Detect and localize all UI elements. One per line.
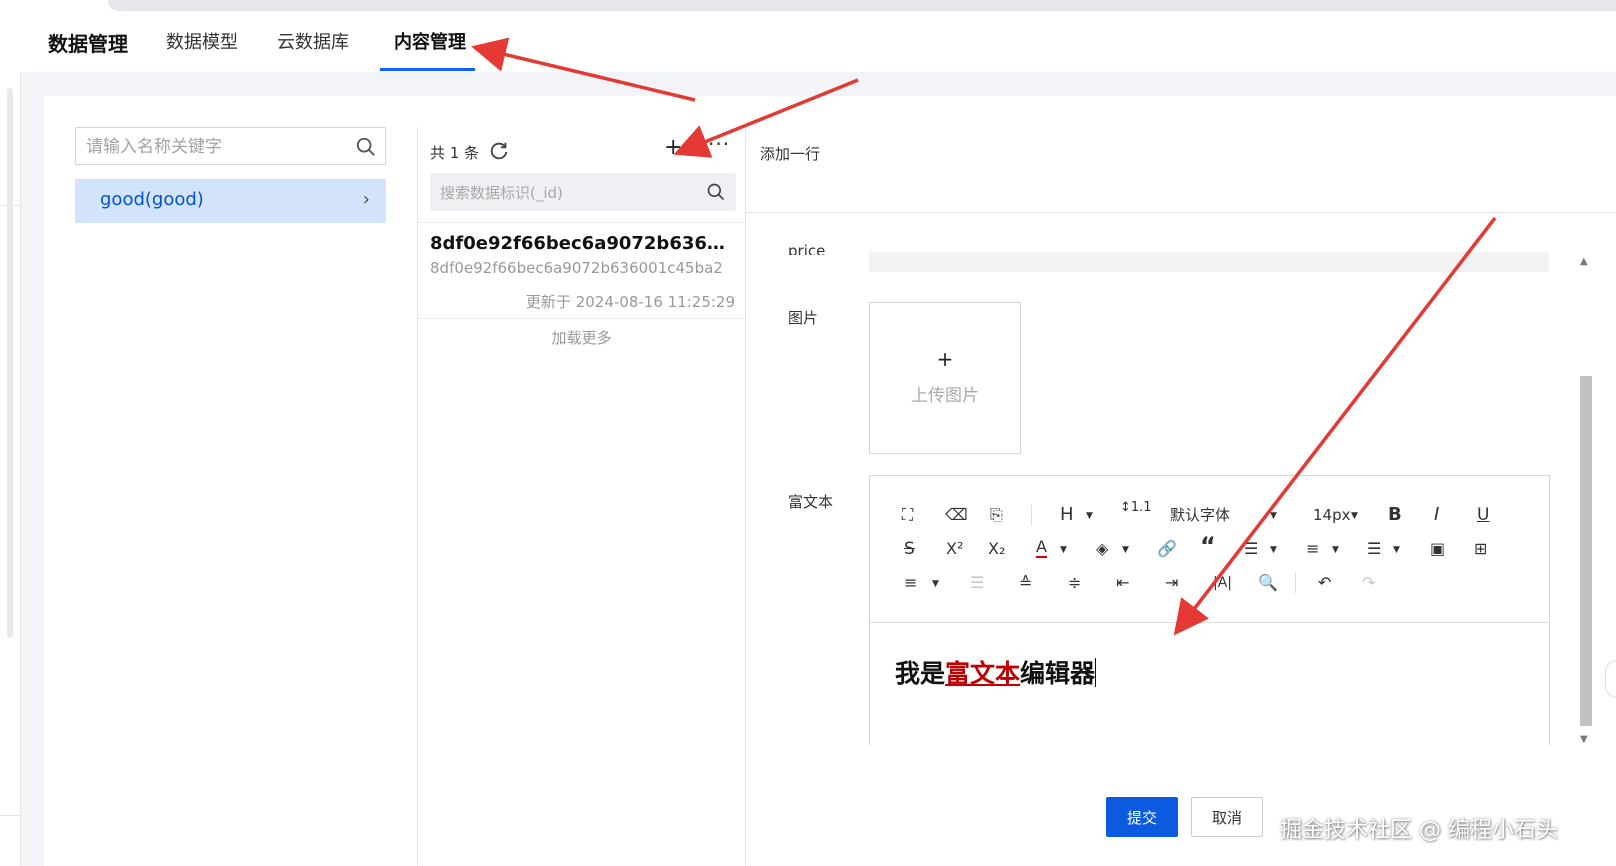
underline-icon[interactable]: U <box>1477 505 1489 525</box>
chevron-down-icon[interactable]: ▼ <box>1270 540 1277 560</box>
separator <box>1031 505 1032 525</box>
strikethrough-icon[interactable]: S <box>904 539 915 559</box>
refresh-icon[interactable] <box>488 140 510 162</box>
editor-toolbar: ⛶ ⌫ ⎘ H ▼ ↕1.1 默认字体 ▼ 14px ▼ B I U S X² … <box>870 476 1549 623</box>
richtext-label: 富文本 <box>788 493 834 511</box>
undo-icon[interactable]: ↶ <box>1318 573 1331 593</box>
bold-icon[interactable]: B <box>1388 505 1402 525</box>
active-tab-indicator <box>380 68 475 71</box>
chevron-down-icon[interactable]: ▼ <box>1332 540 1339 560</box>
record-card[interactable]: 8df0e92f66bec6a9072b636001c45ba2 8df0e92… <box>418 222 745 319</box>
superscript-icon[interactable]: X² <box>946 539 963 559</box>
model-search-input[interactable] <box>76 128 358 166</box>
background-color-icon[interactable]: ◈ <box>1096 539 1108 559</box>
page-title: 数据管理 <box>48 32 128 56</box>
form-title: 添加一行 <box>760 145 821 163</box>
load-more-link[interactable]: 加载更多 <box>418 327 745 348</box>
image-icon[interactable]: ▣ <box>1430 539 1445 559</box>
upload-label: 上传图片 <box>911 386 979 406</box>
scroll-up-icon[interactable]: ▲ <box>1580 256 1588 267</box>
more-icon[interactable]: ··· <box>708 132 730 156</box>
quote-icon[interactable]: “ <box>1200 534 1216 558</box>
font-family-select[interactable]: 默认字体 <box>1170 505 1230 525</box>
scroll-thumb[interactable] <box>1580 376 1592 726</box>
tab-content-management[interactable]: 内容管理 <box>394 28 466 54</box>
font-color-icon[interactable]: A <box>1036 538 1047 558</box>
indent-icon[interactable]: ☰ <box>970 573 984 593</box>
app-side-rail <box>0 0 21 866</box>
content-highlight: 富文本 <box>945 659 1021 688</box>
tab-data-model[interactable]: 数据模型 <box>166 28 238 54</box>
model-item-label: good(good) <box>100 189 204 210</box>
editor-content[interactable]: 我是富文本编辑器 <box>895 654 1097 690</box>
format-painter-icon[interactable]: ⎘ <box>990 505 1003 525</box>
table-icon[interactable]: ⊞ <box>1474 539 1487 559</box>
chevron-down-icon[interactable]: ▼ <box>1393 540 1400 560</box>
divider <box>0 205 20 206</box>
font-size-select[interactable]: 14px <box>1313 505 1351 525</box>
italic-icon[interactable]: I <box>1434 505 1439 525</box>
divider-line-icon[interactable]: ☰ <box>1367 539 1381 559</box>
upload-image-button[interactable]: + 上传图片 <box>869 302 1021 454</box>
redo-icon[interactable]: ↷ <box>1362 573 1375 593</box>
chevron-down-icon[interactable]: ▼ <box>1060 540 1067 560</box>
side-scrollbar[interactable] <box>7 88 13 638</box>
indent-more-icon[interactable]: ⇥ <box>1165 573 1178 593</box>
numbered-list-icon[interactable]: ≡ <box>1306 539 1319 559</box>
tab-cloud-database[interactable]: 云数据库 <box>277 28 349 54</box>
separator <box>1295 573 1296 593</box>
record-id: 8df0e92f66bec6a9072b636001c45ba2 <box>430 259 723 277</box>
align-icon[interactable]: ≡ <box>904 573 917 593</box>
image-label: 图片 <box>788 309 819 327</box>
add-record-button[interactable]: + <box>664 135 682 160</box>
text-cursor <box>1095 658 1097 687</box>
divider <box>746 212 1616 213</box>
paragraph-after-icon[interactable]: ≑ <box>1068 573 1081 593</box>
link-icon[interactable]: 🔗 <box>1157 539 1177 559</box>
chevron-down-icon[interactable]: ▼ <box>1351 506 1358 526</box>
chevron-right-icon: › <box>362 189 370 210</box>
record-search-input[interactable] <box>430 173 702 213</box>
content-text: 我是 <box>895 659 946 688</box>
price-label: price <box>788 244 826 255</box>
plus-icon: + <box>936 347 954 371</box>
model-search-box <box>75 127 386 166</box>
chevron-down-icon[interactable]: ▼ <box>932 574 939 594</box>
chevron-down-icon[interactable]: ▼ <box>1086 506 1093 526</box>
record-list-panel: 共 1 条 + ··· 8df0e92f66bec6a9072b636001c4… <box>417 127 746 866</box>
price-input[interactable] <box>869 252 1549 272</box>
outdent-icon[interactable]: ⇤ <box>1116 573 1129 593</box>
paragraph-before-icon[interactable]: ≙ <box>1019 573 1032 593</box>
record-count: 共 1 条 <box>430 144 480 162</box>
bullet-list-icon[interactable]: ☰ <box>1244 539 1258 559</box>
submit-button[interactable]: 提交 <box>1106 797 1178 837</box>
letter-spacing-icon[interactable]: |A| <box>1213 573 1232 593</box>
heading-icon[interactable]: H <box>1060 505 1074 525</box>
chevron-down-icon[interactable]: ▼ <box>1270 506 1277 526</box>
watermark: 掘金技术社区 @ 编程小石头 <box>1280 818 1558 843</box>
record-title: 8df0e92f66bec6a9072b636001c45ba2 <box>430 233 735 254</box>
content-text: 编辑器 <box>1020 659 1096 688</box>
rich-text-editor: ⛶ ⌫ ⎘ H ▼ ↕1.1 默认字体 ▼ 14px ▼ B I U S X² … <box>869 475 1550 745</box>
top-strip <box>108 0 1616 11</box>
chevron-down-icon[interactable]: ▼ <box>1122 540 1129 560</box>
fullscreen-icon[interactable]: ⛶ <box>902 505 913 525</box>
scroll-down-icon[interactable]: ▼ <box>1580 734 1588 745</box>
record-search-box <box>430 173 736 213</box>
record-updated-time: 更新于 2024-08-16 11:25:29 <box>525 293 735 311</box>
search-icon[interactable] <box>706 182 726 202</box>
find-replace-icon[interactable]: 🔍 <box>1258 573 1278 593</box>
eraser-icon[interactable]: ⌫ <box>945 505 968 525</box>
floating-helper-button[interactable] <box>1605 660 1616 698</box>
cancel-button[interactable]: 取消 <box>1191 797 1263 837</box>
model-item-good[interactable]: good(good) › <box>75 179 386 223</box>
divider <box>0 815 20 816</box>
line-height-icon[interactable]: ↕1.1 <box>1120 501 1152 515</box>
search-icon[interactable] <box>355 136 377 158</box>
subscript-icon[interactable]: X₂ <box>988 539 1005 559</box>
form-scrollbar[interactable]: ▲ ▼ <box>1578 254 1594 747</box>
